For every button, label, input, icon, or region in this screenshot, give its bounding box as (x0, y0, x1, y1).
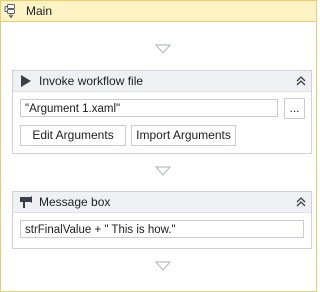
drop-zone-arrow-icon[interactable] (155, 261, 171, 271)
invoke-workflow-title: Invoke workflow file (39, 74, 144, 88)
browse-file-button[interactable]: ... (284, 98, 305, 119)
workflow-file-input[interactable]: "Argument 1.xaml" (20, 99, 278, 117)
message-box-icon (19, 195, 33, 209)
double-chevron-up-icon[interactable] (295, 196, 307, 208)
double-chevron-up-icon[interactable] (295, 75, 307, 87)
message-box-activity[interactable]: Message box strFinalValue + " This is ho… (12, 191, 312, 249)
message-box-title: Message box (39, 195, 111, 209)
drop-zone-arrow-icon[interactable] (155, 44, 171, 54)
invoke-workflow-activity[interactable]: Invoke workflow file "Argument 1.xaml" .… (12, 70, 312, 154)
edit-arguments-button[interactable]: Edit Arguments (20, 125, 126, 146)
message-text-input[interactable]: strFinalValue + " This is how." (20, 220, 304, 238)
sequence-icon (4, 4, 18, 19)
play-icon (19, 74, 33, 88)
message-box-header[interactable]: Message box (13, 192, 311, 213)
main-sequence-title: Main (26, 4, 53, 18)
drop-zone-arrow-icon[interactable] (155, 166, 171, 176)
main-sequence-header[interactable]: Main (1, 1, 316, 22)
main-sequence[interactable]: Main Invoke workflow file "Argument 1.xa… (0, 0, 317, 292)
invoke-workflow-header[interactable]: Invoke workflow file (13, 71, 311, 92)
import-arguments-button[interactable]: Import Arguments (131, 125, 236, 146)
